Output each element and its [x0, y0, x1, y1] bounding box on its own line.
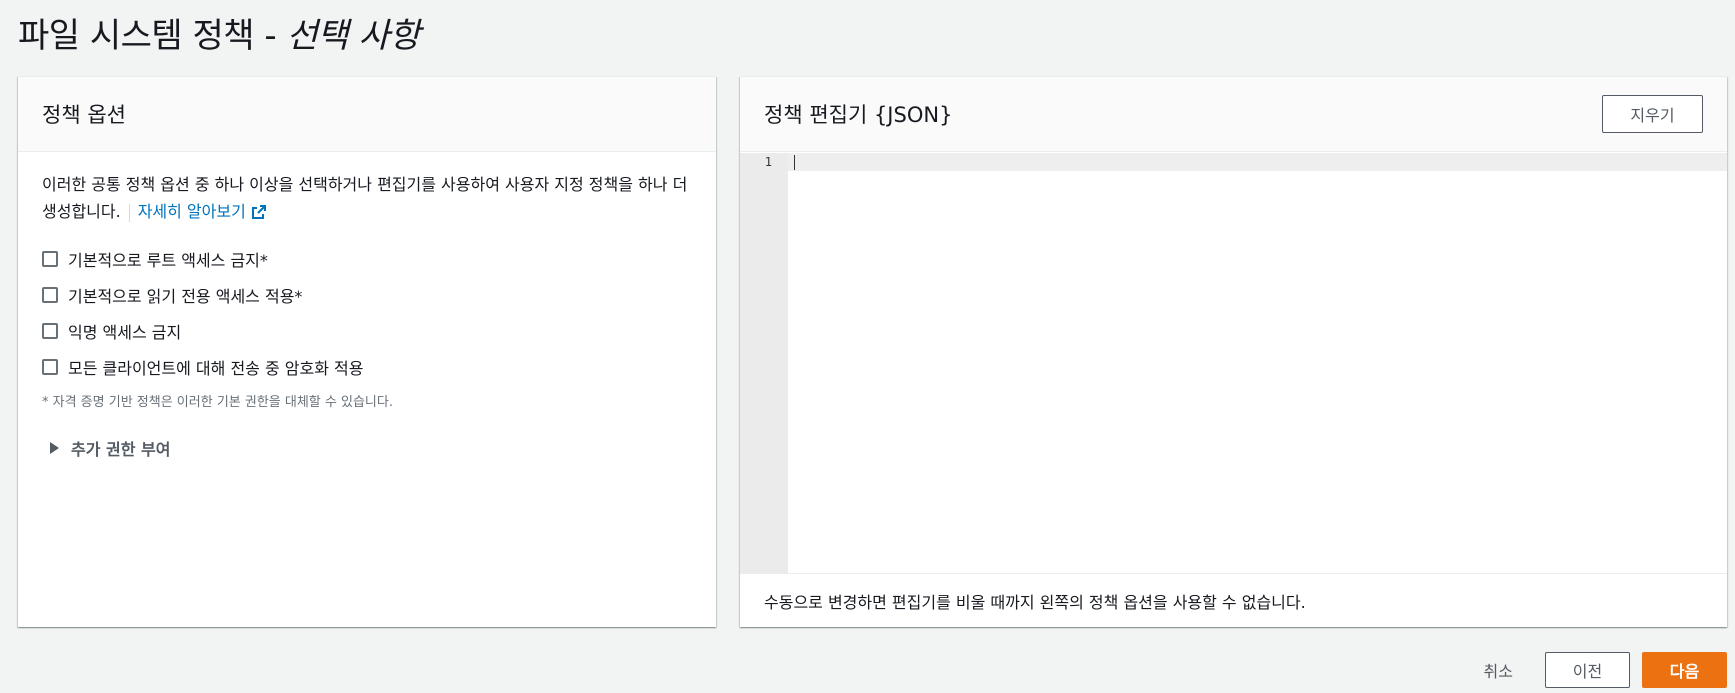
policy-option-list: 기본적으로 루트 액세스 금지* 기본적으로 읽기 전용 액세스 적용* 익명 … — [42, 241, 692, 385]
checkbox-block-anonymous-access[interactable] — [42, 323, 58, 339]
json-code-editor[interactable]: 1 — [740, 153, 1727, 573]
option-block-root-access[interactable]: 기본적으로 루트 액세스 금지* — [42, 241, 692, 277]
policy-options-body: 이러한 공통 정책 옵션 중 하나 이상을 선택하거나 편집기를 사용하여 사용… — [18, 152, 716, 479]
caret-right-icon — [50, 442, 59, 454]
policy-options-header: 정책 옵션 — [18, 77, 716, 152]
option-label: 모든 클라이언트에 대해 전송 중 암호화 적용 — [68, 359, 364, 378]
option-label: 기본적으로 루트 액세스 금지* — [68, 251, 268, 270]
policy-editor-title: 정책 편집기 {JSON} — [764, 103, 953, 127]
learn-more-label[interactable]: 자세히 알아보기 — [138, 202, 246, 221]
wizard-actions: 취소 이전 다음 — [1484, 652, 1727, 688]
editor-active-line — [788, 153, 1727, 171]
policy-editor-header: 정책 편집기 {JSON} 지우기 — [740, 77, 1727, 152]
policy-editor-panel: 정책 편집기 {JSON} 지우기 1 수동으로 변경하면 편집기를 비울 때까… — [740, 76, 1727, 627]
policy-options-description: 이러한 공통 정책 옵션 중 하나 이상을 선택하거나 편집기를 사용하여 사용… — [42, 171, 692, 225]
text-cursor — [794, 155, 795, 170]
option-label: 기본적으로 읽기 전용 액세스 적용* — [68, 287, 303, 306]
page-title-optional: 선택 사항 — [286, 16, 420, 56]
clear-button[interactable]: 지우기 — [1602, 95, 1703, 133]
divider — [128, 203, 130, 222]
page-title-main: 파일 시스템 정책 - — [18, 16, 287, 56]
external-link-icon — [251, 205, 266, 219]
previous-button[interactable]: 이전 — [1545, 652, 1630, 688]
checkbox-encryption-in-transit[interactable] — [42, 359, 58, 375]
option-block-anonymous-access[interactable]: 익명 액세스 금지 — [42, 313, 692, 349]
learn-more-link[interactable]: 자세히 알아보기 — [138, 202, 267, 221]
option-encryption-in-transit[interactable]: 모든 클라이언트에 대해 전송 중 암호화 적용 — [42, 349, 692, 385]
checkbox-block-root-access[interactable] — [42, 251, 58, 267]
cancel-button[interactable]: 취소 — [1484, 658, 1513, 682]
policy-options-panel: 정책 옵션 이러한 공통 정책 옵션 중 하나 이상을 선택하거나 편집기를 사… — [18, 76, 716, 627]
policy-editor-footer: 수동으로 변경하면 편집기를 비울 때까지 왼쪽의 정책 옵션을 사용할 수 없… — [740, 573, 1727, 628]
next-button[interactable]: 다음 — [1642, 652, 1727, 688]
expand-label: 추가 권한 부여 — [71, 440, 171, 459]
editor-gutter: 1 — [740, 153, 788, 573]
page-title: 파일 시스템 정책 - 선택 사항 — [18, 8, 420, 57]
option-label: 익명 액세스 금지 — [68, 323, 182, 342]
grant-additional-permissions-expander[interactable]: 추가 권한 부여 — [42, 436, 692, 460]
policy-footnote: * 자격 증명 기반 정책은 이러한 기본 권한을 대체할 수 있습니다. — [42, 395, 393, 410]
option-read-only-access[interactable]: 기본적으로 읽기 전용 액세스 적용* — [42, 277, 692, 313]
line-number: 1 — [764, 155, 772, 169]
checkbox-read-only-access[interactable] — [42, 287, 58, 303]
policy-options-title: 정책 옵션 — [42, 103, 126, 127]
